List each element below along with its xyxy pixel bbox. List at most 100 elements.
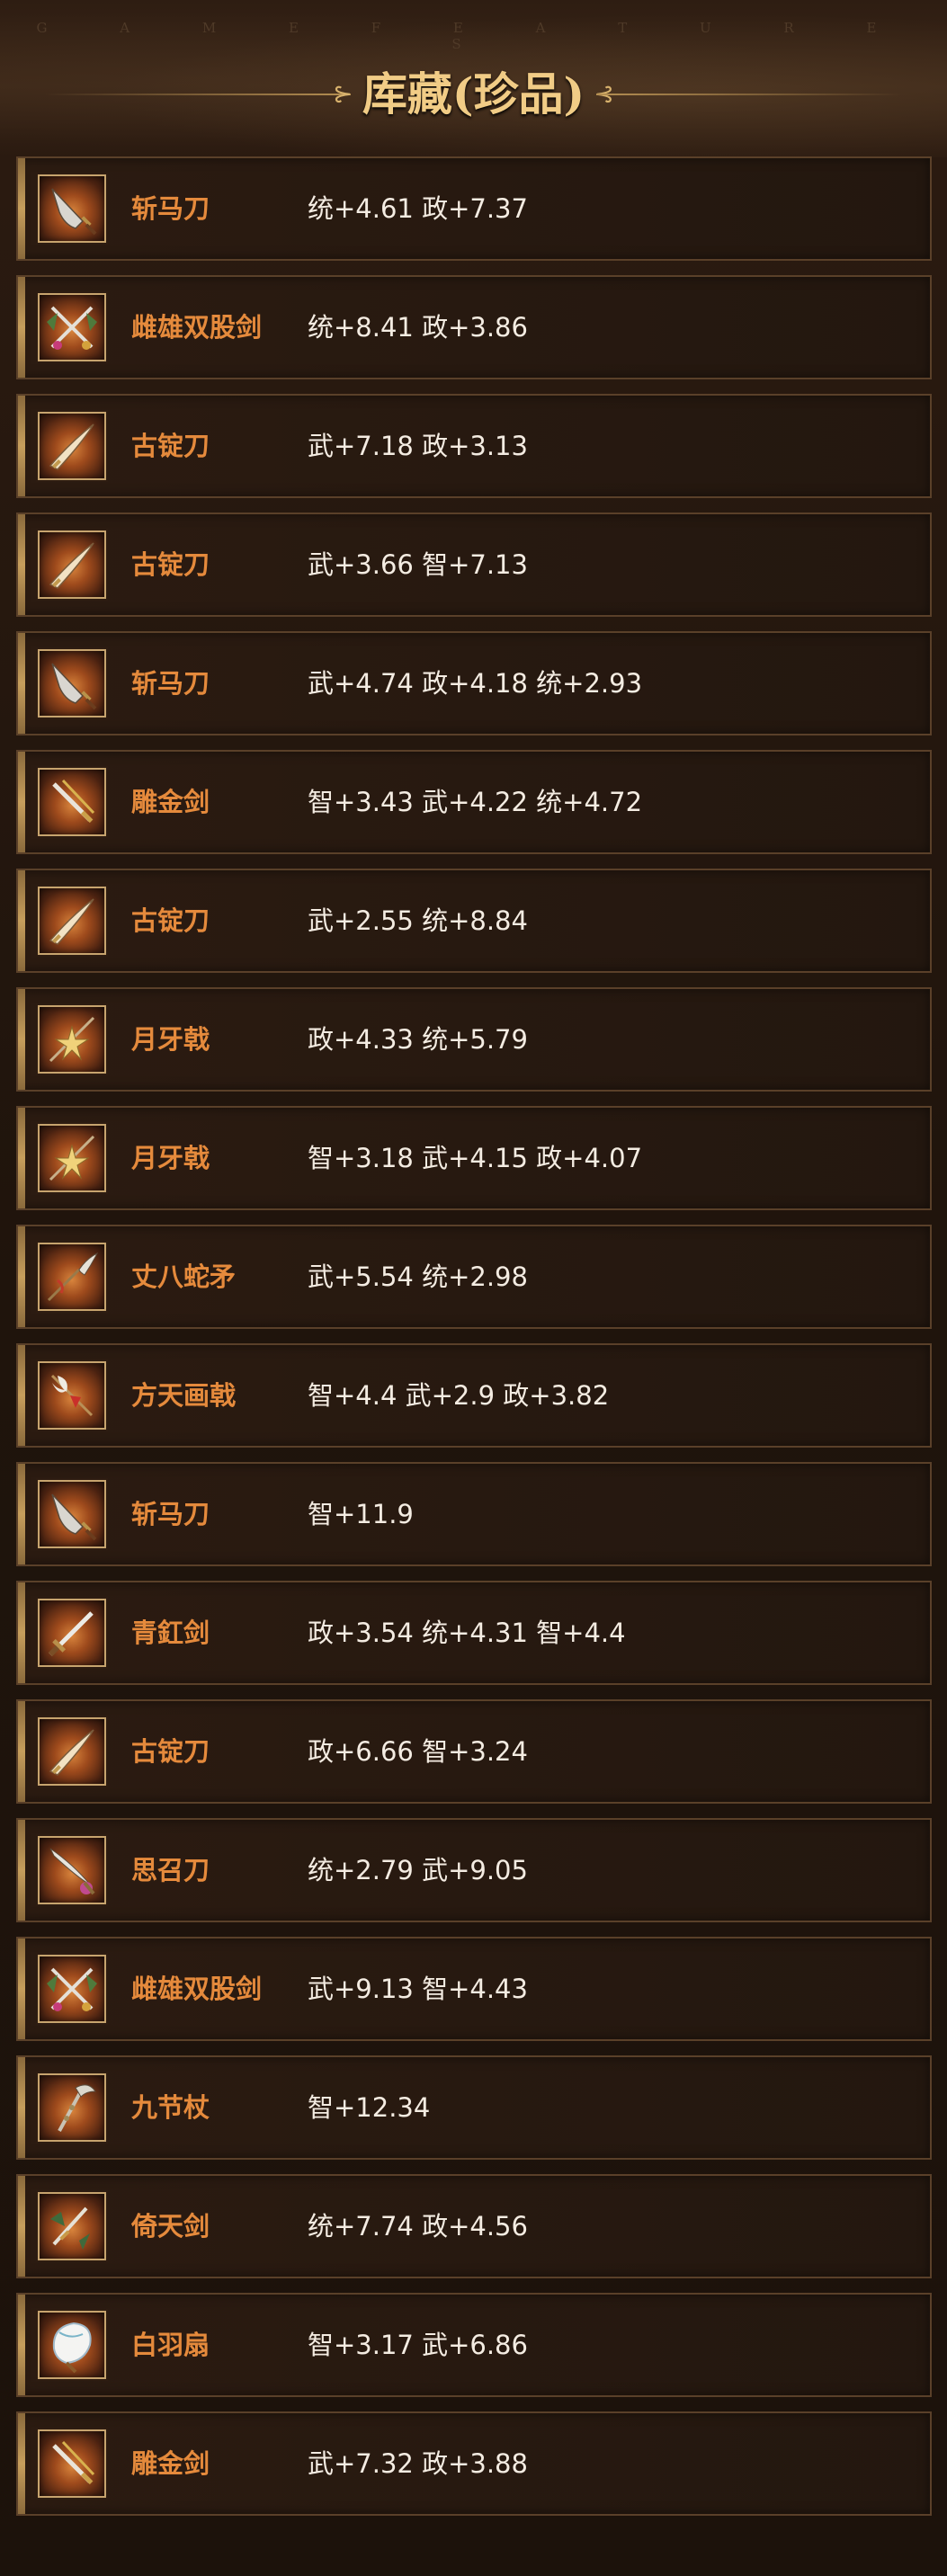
page-title: 库藏(珍品): [362, 67, 585, 120]
item-accent-bar: [18, 1939, 25, 2039]
item-name: 古锭刀: [131, 1736, 210, 1767]
treasure-item[interactable]: 雌雄双股剑 武+9.13 智+4.43: [16, 1937, 932, 2041]
crescent-halberd-icon: [38, 1124, 106, 1192]
broad-blade-icon: [38, 649, 106, 718]
item-stats: 智+3.43 武+4.22 统+4.72: [308, 787, 643, 817]
item-accent-bar: [18, 1345, 25, 1446]
item-name: 月牙戟: [131, 1024, 210, 1055]
treasure-item[interactable]: 雕金剑 智+3.43 武+4.22 统+4.72: [16, 750, 932, 854]
broad-blade-icon: [38, 174, 106, 243]
item-name: 斩马刀: [131, 193, 210, 224]
treasure-item[interactable]: 月牙戟 政+4.33 统+5.79: [16, 987, 932, 1092]
item-name: 雕金剑: [131, 2448, 210, 2479]
treasure-item[interactable]: 斩马刀 武+4.74 政+4.18 统+2.93: [16, 631, 932, 735]
treasure-item[interactable]: 古锭刀 政+6.66 智+3.24: [16, 1699, 932, 1804]
item-stats: 统+7.74 政+4.56: [308, 2211, 528, 2242]
item-accent-bar: [18, 1108, 25, 1208]
twin-swords-icon: [38, 1955, 106, 2023]
item-accent-bar: [18, 1701, 25, 1802]
item-name: 古锭刀: [131, 549, 210, 580]
staff-icon: [38, 2073, 106, 2142]
item-accent-bar: [18, 158, 25, 259]
sabre-icon: [38, 530, 106, 599]
item-name: 雌雄双股剑: [131, 312, 263, 343]
item-stats: 政+4.33 统+5.79: [308, 1024, 528, 1055]
treasure-item[interactable]: 丈八蛇矛 武+5.54 统+2.98: [16, 1225, 932, 1329]
broad-blade-icon: [38, 1480, 106, 1548]
item-accent-bar: [18, 1820, 25, 1921]
item-stats: 智+3.17 武+6.86: [308, 2330, 528, 2360]
treasure-item[interactable]: 白羽扇 智+3.17 武+6.86: [16, 2293, 932, 2397]
item-name: 丈八蛇矛: [131, 1261, 237, 1292]
item-name: 方天画戟: [131, 1380, 237, 1411]
twin-swords-icon: [38, 293, 106, 361]
item-accent-bar: [18, 633, 25, 734]
item-name: 思召刀: [131, 1855, 210, 1885]
item-stats: 智+4.4 武+2.9 政+3.82: [308, 1380, 610, 1411]
ornament-left-icon: ⊱: [333, 81, 353, 108]
item-accent-bar: [18, 1582, 25, 1683]
item-accent-bar: [18, 752, 25, 852]
item-accent-bar: [18, 2176, 25, 2277]
item-stats: 武+7.18 政+3.13: [308, 431, 528, 461]
item-name: 倚天剑: [131, 2211, 210, 2242]
header-subtitle: G A M E F E A T U R E S: [36, 20, 911, 52]
tasseled-sabre-icon: [38, 1836, 106, 1904]
treasure-item[interactable]: 古锭刀 武+3.66 智+7.13: [16, 513, 932, 617]
item-stats: 武+3.66 智+7.13: [308, 549, 528, 580]
page-header: G A M E F E A T U R E S ⊱ 库藏(珍品) ⊰: [0, 0, 947, 157]
item-stats: 统+2.79 武+9.05: [308, 1855, 528, 1885]
item-name: 古锭刀: [131, 905, 210, 936]
item-accent-bar: [18, 2057, 25, 2158]
item-stats: 武+9.13 智+4.43: [308, 1974, 528, 2004]
item-name: 斩马刀: [131, 668, 210, 699]
item-stats: 武+2.55 统+8.84: [308, 905, 528, 936]
title-row: ⊱ 库藏(珍品) ⊰: [36, 63, 911, 126]
item-accent-bar: [18, 277, 25, 378]
crescent-halberd-icon: [38, 1005, 106, 1074]
treasure-item[interactable]: 雌雄双股剑 统+8.41 政+3.86: [16, 275, 932, 379]
serpent-spear-icon: [38, 1243, 106, 1311]
item-accent-bar: [18, 396, 25, 496]
treasure-item[interactable]: 雕金剑 武+7.32 政+3.88: [16, 2411, 932, 2516]
treasure-item[interactable]: 方天画戟 智+4.4 武+2.9 政+3.82: [16, 1343, 932, 1448]
treasure-item[interactable]: 青釭剑 政+3.54 统+4.31 智+4.4: [16, 1581, 932, 1685]
sabre-icon: [38, 412, 106, 480]
golden-sword-icon: [38, 2429, 106, 2498]
heaven-sword-icon: [38, 2192, 106, 2260]
item-stats: 武+7.32 政+3.88: [308, 2448, 528, 2479]
title-divider-right: [596, 94, 902, 95]
item-stats: 智+12.34: [308, 2092, 431, 2123]
sabre-icon: [38, 887, 106, 955]
title-divider-left: [45, 94, 351, 95]
treasure-item[interactable]: 斩马刀 统+4.61 政+7.37: [16, 156, 932, 261]
item-accent-bar: [18, 1226, 25, 1327]
item-name: 月牙戟: [131, 1143, 210, 1173]
item-name: 斩马刀: [131, 1499, 210, 1529]
treasure-item[interactable]: 月牙戟 智+3.18 武+4.15 政+4.07: [16, 1106, 932, 1210]
treasure-item[interactable]: 倚天剑 统+7.74 政+4.56: [16, 2174, 932, 2278]
treasure-item[interactable]: 九节杖 智+12.34: [16, 2055, 932, 2160]
item-accent-bar: [18, 2295, 25, 2395]
item-name: 青釭剑: [131, 1618, 210, 1648]
item-stats: 武+4.74 政+4.18 统+2.93: [308, 668, 643, 699]
painted-halberd-icon: [38, 1361, 106, 1430]
item-stats: 武+5.54 统+2.98: [308, 1261, 528, 1292]
treasure-item[interactable]: 古锭刀 武+2.55 统+8.84: [16, 869, 932, 973]
item-stats: 政+3.54 统+4.31 智+4.4: [308, 1618, 626, 1648]
item-accent-bar: [18, 870, 25, 971]
item-stats: 智+3.18 武+4.15 政+4.07: [308, 1143, 643, 1173]
golden-sword-icon: [38, 768, 106, 836]
item-accent-bar: [18, 1464, 25, 1564]
treasure-item[interactable]: 思召刀 统+2.79 武+9.05: [16, 1818, 932, 1922]
item-accent-bar: [18, 2413, 25, 2514]
feather-fan-icon: [38, 2311, 106, 2379]
treasure-item[interactable]: 斩马刀 智+11.9: [16, 1462, 932, 1566]
item-stats: 政+6.66 智+3.24: [308, 1736, 528, 1767]
item-name: 雌雄双股剑: [131, 1974, 263, 2004]
item-stats: 统+8.41 政+3.86: [308, 312, 528, 343]
item-name: 白羽扇: [131, 2330, 210, 2360]
item-name: 雕金剑: [131, 787, 210, 817]
treasure-item[interactable]: 古锭刀 武+7.18 政+3.13: [16, 394, 932, 498]
sabre-icon: [38, 1717, 106, 1786]
